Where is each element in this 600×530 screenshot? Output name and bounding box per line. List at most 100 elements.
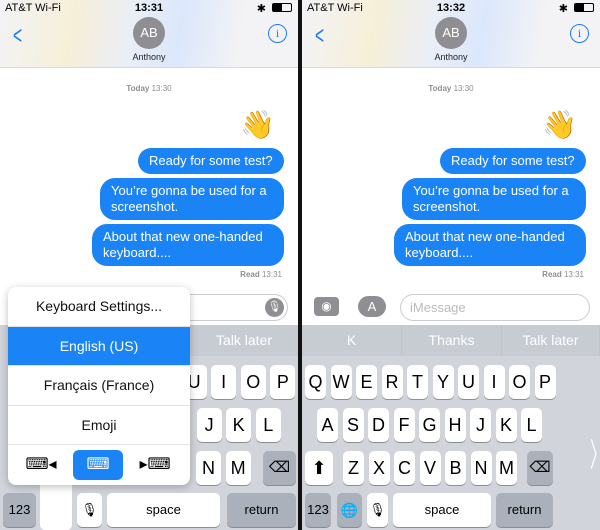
- avatar[interactable]: AB: [435, 17, 467, 49]
- key-m[interactable]: M: [496, 451, 517, 485]
- expand-keyboard-chevron[interactable]: 〉: [590, 430, 600, 476]
- bluetooth-icon: ✱: [558, 3, 568, 15]
- shift-key[interactable]: ⬆: [305, 451, 333, 485]
- phone-right: AT&T Wi-Fi 13:32 ✱ < AB Anthony i Today 13:30 👋 R…: [302, 0, 600, 530]
- message-bubble[interactable]: About that new one-handed keyboard....: [92, 224, 284, 266]
- key-p[interactable]: P: [534, 365, 556, 399]
- key-r[interactable]: R: [381, 365, 403, 399]
- key-i[interactable]: I: [483, 365, 505, 399]
- keyboard-right-icon[interactable]: ▸⌨: [130, 450, 180, 480]
- emoji-message[interactable]: 👋: [240, 108, 275, 141]
- space-key[interactable]: space: [393, 493, 491, 527]
- date-stamp: Today 13:30: [0, 84, 298, 93]
- avatar[interactable]: AB: [133, 17, 165, 49]
- key-l[interactable]: L: [521, 408, 542, 442]
- key-h[interactable]: H: [444, 408, 466, 442]
- battery-icon: [272, 3, 292, 12]
- back-button[interactable]: <: [315, 20, 324, 51]
- nav-header: AT&T Wi-Fi 13:32 ✱ < AB Anthony i: [302, 0, 600, 68]
- status-time: 13:32: [436, 2, 466, 14]
- key-y[interactable]: Y: [432, 365, 454, 399]
- key-d[interactable]: D: [368, 408, 389, 442]
- key-j[interactable]: J: [196, 408, 222, 442]
- date-label: Today: [126, 84, 150, 93]
- key-w[interactable]: W: [330, 365, 352, 399]
- message-bubble[interactable]: You’re gonna be used for a screenshot.: [100, 178, 284, 220]
- key-t[interactable]: T: [407, 365, 428, 399]
- status-time: 13:31: [134, 2, 164, 14]
- key-v[interactable]: V: [419, 451, 441, 485]
- suggestion[interactable]: K: [302, 325, 402, 356]
- key-s[interactable]: S: [342, 408, 364, 442]
- menu-item[interactable]: Keyboard Settings...: [8, 287, 190, 327]
- read-time: 13:31: [261, 270, 282, 279]
- return-key[interactable]: return: [227, 493, 296, 527]
- phone-left: AT&T Wi-Fi 13:31 ✱ < AB Anthony i Today 13:30 👋 R…: [0, 0, 298, 530]
- key-q[interactable]: Q: [305, 365, 326, 399]
- key-i[interactable]: I: [211, 365, 237, 399]
- battery-icon: [574, 3, 594, 12]
- suggestion[interactable]: Talk later: [502, 325, 600, 356]
- key-l[interactable]: L: [255, 408, 281, 442]
- suggestion[interactable]: Thanks: [402, 325, 502, 356]
- info-button[interactable]: i: [570, 24, 589, 43]
- key-f[interactable]: F: [393, 408, 415, 442]
- popup-tail: [40, 480, 72, 530]
- globe-key[interactable]: 🌐: [337, 493, 362, 527]
- key-z[interactable]: Z: [343, 451, 364, 485]
- emoji-message[interactable]: 👋: [542, 108, 577, 141]
- key-n[interactable]: N: [470, 451, 492, 485]
- read-label: Read: [542, 270, 562, 279]
- key-p[interactable]: P: [270, 365, 296, 399]
- camera-icon[interactable]: ◉: [314, 297, 339, 316]
- read-receipt: Read 13:31: [240, 270, 282, 279]
- key-g[interactable]: G: [419, 408, 440, 442]
- dictation-key[interactable]: 🎙: [77, 493, 102, 527]
- info-button[interactable]: i: [268, 24, 287, 43]
- key-o[interactable]: O: [240, 365, 266, 399]
- message-input[interactable]: iMessage: [400, 294, 590, 321]
- key-o[interactable]: O: [509, 365, 530, 399]
- space-key[interactable]: space: [107, 493, 220, 527]
- key-k[interactable]: K: [495, 408, 517, 442]
- message-bubble[interactable]: Ready for some test?: [138, 148, 284, 174]
- contact-name[interactable]: Anthony: [0, 52, 298, 62]
- menu-item[interactable]: English (US): [8, 326, 190, 366]
- numbers-key[interactable]: 123: [3, 493, 36, 527]
- back-button[interactable]: <: [13, 20, 22, 51]
- app-store-icon[interactable]: A: [358, 296, 386, 317]
- dictation-mic-icon[interactable]: 🎙: [265, 298, 284, 317]
- contact-name[interactable]: Anthony: [302, 52, 600, 62]
- read-time: 13:31: [563, 270, 584, 279]
- read-label: Read: [240, 270, 260, 279]
- keyboard-left-icon[interactable]: ⌨◂: [16, 450, 66, 480]
- menu-item[interactable]: Français (France): [8, 366, 190, 406]
- message-bubble[interactable]: Ready for some test?: [440, 148, 586, 174]
- menu-item[interactable]: Emoji: [8, 406, 190, 445]
- key-n[interactable]: N: [196, 451, 221, 485]
- keyboard-standard-icon[interactable]: ⌨: [73, 450, 123, 480]
- date-stamp: Today 13:30: [302, 84, 600, 93]
- key-k[interactable]: K: [226, 408, 252, 442]
- key-a[interactable]: A: [317, 408, 338, 442]
- key-x[interactable]: X: [368, 451, 390, 485]
- read-receipt: Read 13:31: [542, 270, 584, 279]
- nav-header: AT&T Wi-Fi 13:31 ✱ < AB Anthony i: [0, 0, 298, 68]
- bluetooth-icon: ✱: [256, 3, 266, 15]
- key-b[interactable]: B: [445, 451, 466, 485]
- dictation-key[interactable]: 🎙: [367, 493, 388, 527]
- message-bubble[interactable]: About that new one-handed keyboard....: [394, 224, 586, 266]
- key-m[interactable]: M: [225, 451, 251, 485]
- keyboard: K Thanks Talk later Q W E R T Y U I O P A S D F G H J K L ⬆ Z X C…: [302, 325, 600, 530]
- key-e[interactable]: E: [356, 365, 377, 399]
- key-u[interactable]: U: [458, 365, 479, 399]
- key-j[interactable]: J: [470, 408, 491, 442]
- keyboard-mode-row: ⌨◂ ⌨ ▸⌨: [8, 445, 190, 485]
- delete-key[interactable]: ⌫: [263, 451, 296, 485]
- delete-key[interactable]: ⌫: [527, 451, 553, 485]
- key-c[interactable]: C: [394, 451, 415, 485]
- message-bubble[interactable]: You’re gonna be used for a screenshot.: [402, 178, 586, 220]
- suggestion[interactable]: Talk later: [190, 325, 298, 356]
- return-key[interactable]: return: [496, 493, 553, 527]
- numbers-key[interactable]: 123: [305, 493, 331, 527]
